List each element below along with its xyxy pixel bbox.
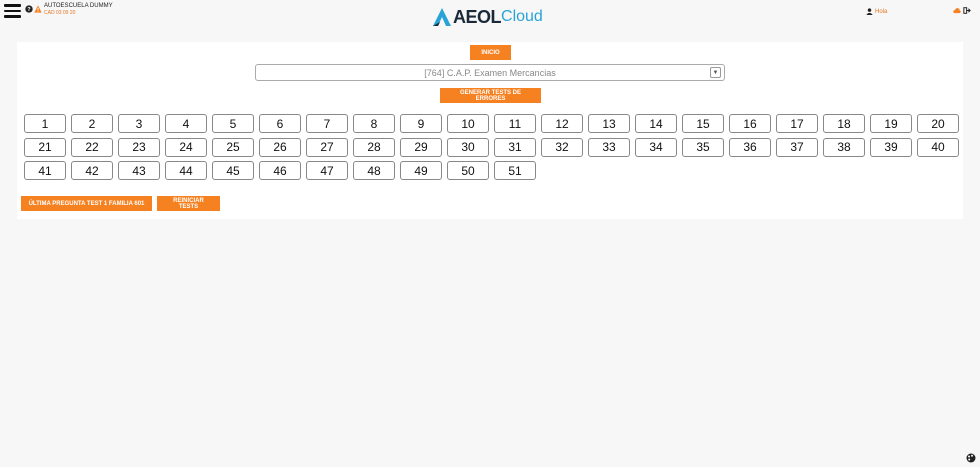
svg-text:?: ?	[27, 7, 31, 13]
test-number-button[interactable]: 7	[306, 114, 348, 133]
header-actions	[953, 7, 971, 14]
test-number-button[interactable]: 37	[776, 137, 818, 157]
test-number-button[interactable]: 18	[823, 114, 865, 133]
cloud-icon[interactable]	[953, 7, 961, 14]
user-icon	[866, 8, 873, 15]
test-number-button[interactable]: 23	[118, 137, 160, 157]
test-number-button[interactable]: 26	[259, 137, 301, 157]
school-subtitle: CAD 03 09 20	[44, 10, 76, 16]
generate-error-tests-button[interactable]: GENERAR TESTS DE ERRORES	[440, 88, 541, 103]
test-number-button[interactable]: 25	[212, 137, 254, 157]
question-circle-icon[interactable]: ?	[25, 5, 33, 13]
school-name: AUTOESCUELA DUMMY	[44, 3, 113, 9]
test-number-button[interactable]: 39	[870, 137, 912, 157]
test-number-button[interactable]: 24	[165, 137, 207, 157]
test-number-button[interactable]: 4	[165, 114, 207, 133]
warning-icon[interactable]	[34, 5, 42, 13]
exam-select[interactable]: [764] C.A.P. Examen Mercancias ▼	[255, 64, 725, 81]
test-number-button[interactable]: 32	[541, 137, 583, 157]
test-number-button[interactable]: 9	[400, 114, 442, 133]
test-number-button[interactable]: 51	[494, 161, 536, 180]
test-number-button[interactable]: 41	[24, 161, 66, 180]
test-number-button[interactable]: 49	[400, 161, 442, 180]
test-number-button[interactable]: 21	[24, 137, 66, 157]
aeol-cloud-logo: AEOL Cloud	[431, 6, 543, 28]
aeol-logo-icon	[433, 8, 451, 26]
exam-select-value: [764] C.A.P. Examen Mercancias	[424, 67, 556, 78]
test-number-button[interactable]: 19	[870, 114, 912, 133]
test-number-button[interactable]: 8	[353, 114, 395, 133]
test-number-button[interactable]: 44	[165, 161, 207, 180]
test-number-button[interactable]: 20	[917, 114, 959, 133]
test-number-button[interactable]: 27	[306, 137, 348, 157]
school-info: AUTOESCUELA DUMMY CAD 03 09 20	[44, 3, 113, 17]
test-number-button[interactable]: 1	[24, 114, 66, 133]
chevron-down-icon[interactable]: ▼	[710, 67, 721, 78]
test-number-button[interactable]: 36	[729, 137, 771, 157]
test-number-button[interactable]: 31	[494, 137, 536, 157]
main-card: INICIO [764] C.A.P. Examen Mercancias ▼ …	[17, 42, 963, 219]
top-header: ? AUTOESCUELA DUMMY CAD 03 09 20 AEOL Cl…	[0, 0, 980, 36]
test-number-button[interactable]: 28	[353, 137, 395, 157]
test-number-button[interactable]: 48	[353, 161, 395, 180]
test-number-button[interactable]: 10	[447, 114, 489, 133]
test-number-button[interactable]: 50	[447, 161, 489, 180]
logo-text: AEOL	[453, 6, 502, 27]
test-number-button[interactable]: 6	[259, 114, 301, 133]
test-number-button[interactable]: 47	[306, 161, 348, 180]
test-number-button[interactable]: 42	[71, 161, 113, 180]
test-number-button[interactable]: 13	[588, 114, 630, 133]
test-number-button[interactable]: 33	[588, 137, 630, 157]
test-number-button[interactable]: 12	[541, 114, 583, 133]
logout-icon[interactable]	[963, 7, 971, 14]
test-number-button[interactable]: 14	[635, 114, 677, 133]
palette-icon[interactable]	[966, 453, 976, 463]
test-number-button[interactable]: 16	[729, 114, 771, 133]
hamburger-menu-icon[interactable]	[4, 4, 21, 18]
test-number-button[interactable]: 46	[259, 161, 301, 180]
test-number-button[interactable]: 45	[212, 161, 254, 180]
last-question-button[interactable]: ÚLTIMA PREGUNTA TEST 1 FAMILIA 601	[21, 196, 152, 211]
test-number-button[interactable]: 43	[118, 161, 160, 180]
test-number-button[interactable]: 15	[682, 114, 724, 133]
test-number-button[interactable]: 5	[212, 114, 254, 133]
test-number-button[interactable]: 17	[776, 114, 818, 133]
reset-tests-button[interactable]: REINICIAR TESTS	[157, 196, 220, 211]
test-number-button[interactable]: 40	[917, 137, 959, 157]
test-number-button[interactable]: 30	[447, 137, 489, 157]
test-number-button[interactable]: 38	[823, 137, 865, 157]
test-number-button[interactable]: 11	[494, 114, 536, 133]
test-number-button[interactable]: 34	[635, 137, 677, 157]
user-greeting: Hola	[875, 8, 888, 15]
test-number-button[interactable]: 29	[400, 137, 442, 157]
test-number-button[interactable]: 22	[71, 137, 113, 157]
test-number-button[interactable]: 3	[118, 114, 160, 133]
user-menu[interactable]: Hola	[866, 8, 887, 15]
test-number-button[interactable]: 35	[682, 137, 724, 157]
logo-suffix: Cloud	[501, 8, 543, 25]
inicio-button[interactable]: INICIO	[470, 45, 511, 60]
test-number-button[interactable]: 2	[71, 114, 113, 133]
